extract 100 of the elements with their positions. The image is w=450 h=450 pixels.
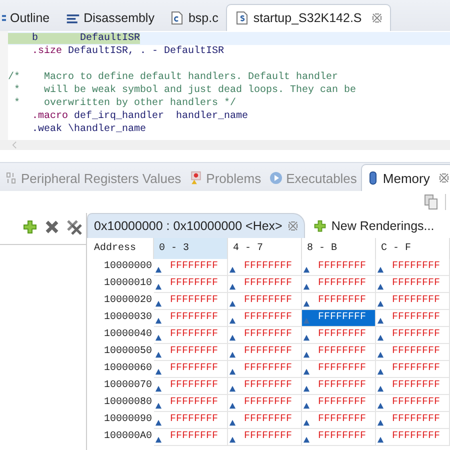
triangle-icon xyxy=(155,334,162,341)
value-cell[interactable]: FFFFFFFF xyxy=(392,429,440,445)
value-cell[interactable]: FFFFFFFF xyxy=(318,361,366,377)
triangle-icon xyxy=(155,351,162,358)
value-cell[interactable]: FFFFFFFF xyxy=(392,378,440,394)
problems-icon xyxy=(189,171,204,185)
code-line: .size DefaultISR, . - DefaultISR xyxy=(31,46,224,57)
column-header[interactable]: 8 - B xyxy=(302,238,376,259)
list-icon xyxy=(2,15,6,21)
value-cell[interactable]: FFFFFFFF xyxy=(318,429,366,445)
value-cell[interactable]: FFFFFFFF xyxy=(392,276,440,292)
value-cell[interactable]: FFFFFFFF xyxy=(170,429,218,445)
value-cell[interactable]: FFFFFFFF xyxy=(392,293,440,309)
triangle-icon xyxy=(303,419,310,426)
code-line: /* Macro to define default handlers. Default handler xyxy=(8,72,338,83)
value-cell[interactable]: FFFFFFFF xyxy=(170,378,218,394)
value-cell[interactable]: FFFFFFFF xyxy=(244,378,292,394)
triangle-icon xyxy=(377,368,384,375)
value-cell[interactable]: FFFFFFFF xyxy=(392,412,440,428)
triangle-icon xyxy=(155,300,162,307)
value-cell[interactable]: FFFFFFFF xyxy=(392,395,440,411)
new-renderings-tab[interactable]: New Renderings... xyxy=(305,214,434,238)
value-cell[interactable]: FFFFFFFF xyxy=(318,293,366,309)
triangle-icon xyxy=(303,300,310,307)
value-cell[interactable]: FFFFFFFF xyxy=(244,412,292,428)
address-cell: 10000050 xyxy=(87,344,154,361)
column-header[interactable]: 0 - 3 xyxy=(154,238,228,259)
value-cell[interactable]: FFFFFFFF xyxy=(244,327,292,343)
copy-icon[interactable] xyxy=(423,194,439,210)
value-cell[interactable]: FFFFFFFF xyxy=(318,395,366,411)
value-cell[interactable]: FFFFFFFF xyxy=(392,259,440,275)
close-icon[interactable] xyxy=(372,13,382,23)
address-cell: 100000A0 xyxy=(87,429,154,446)
value-cell[interactable]: FFFFFFFF xyxy=(318,378,366,394)
editor-tab[interactable]: Disassembly xyxy=(58,5,162,31)
view-tab[interactable]: Memory xyxy=(360,164,450,191)
triangle-icon xyxy=(229,317,236,324)
value-cell[interactable]: FFFFFFFF xyxy=(244,395,292,411)
editor-tab[interactable]: startup_S32K142.S xyxy=(226,4,391,31)
assembly-file-icon xyxy=(235,11,250,25)
address-cell: 10000070 xyxy=(87,378,154,395)
rendering-tab[interactable]: 0x10000000 : 0x10000000 <Hex> xyxy=(87,213,306,238)
binary-icon xyxy=(4,171,18,185)
triangle-icon xyxy=(377,266,384,273)
value-cell[interactable]: FFFFFFFF xyxy=(170,395,218,411)
value-cell[interactable]: FFFFFFFF xyxy=(170,293,218,309)
play-icon xyxy=(269,171,284,185)
view-tab[interactable]: Problems xyxy=(185,165,266,191)
value-cell[interactable]: FFFFFFFF xyxy=(244,344,292,360)
value-cell[interactable]: FFFFFFFF xyxy=(244,310,292,326)
value-cell[interactable]: FFFFFFFF xyxy=(318,412,366,428)
address-cell: 10000040 xyxy=(87,327,154,344)
editor-tab[interactable]: bsp.c xyxy=(162,5,226,31)
value-cell[interactable]: FFFFFFFF xyxy=(392,327,440,343)
view-tab[interactable]: Executables xyxy=(265,165,361,191)
triangle-icon xyxy=(303,283,310,290)
value-cell[interactable]: FFFFFFFF xyxy=(170,259,218,275)
triangle-icon xyxy=(377,419,384,426)
value-cell[interactable]: FFFFFFFF xyxy=(170,327,218,343)
column-header[interactable]: 4 - 7 xyxy=(228,238,302,259)
value-cell[interactable]: FFFFFFFF xyxy=(170,310,218,326)
value-cell[interactable]: FFFFFFFF xyxy=(244,293,292,309)
address-cell: 10000090 xyxy=(87,412,154,429)
triangle-icon xyxy=(229,283,236,290)
c-file-icon xyxy=(170,11,184,25)
value-cell[interactable]: FFFFFFFF xyxy=(244,429,292,445)
value-cell[interactable]: FFFFFFFF xyxy=(244,276,292,292)
editor-tab[interactable]: Outline xyxy=(0,5,58,31)
address-cell: 10000010 xyxy=(87,276,154,293)
add-icon[interactable] xyxy=(22,219,38,235)
column-header[interactable]: C - F xyxy=(376,238,450,259)
triangle-icon xyxy=(229,385,236,392)
triangle-icon xyxy=(377,283,384,290)
value-cell[interactable]: FFFFFFFF xyxy=(318,327,366,343)
value-cell[interactable]: FFFFFFFF xyxy=(318,259,366,275)
value-cell[interactable]: FFFFFFFF xyxy=(170,412,218,428)
close-icon[interactable] xyxy=(288,221,298,231)
value-cell[interactable]: FFFFFFFF xyxy=(170,361,218,377)
triangle-icon xyxy=(155,402,162,409)
add-icon xyxy=(313,219,328,233)
value-cell[interactable]: FFFFFFFF xyxy=(392,344,440,360)
value-cell[interactable]: FFFFFFFF xyxy=(392,310,440,326)
value-cell[interactable]: FFFFFFFF xyxy=(170,276,218,292)
value-cell[interactable]: FFFFFFFF xyxy=(392,361,440,377)
remove-icon[interactable] xyxy=(44,219,60,235)
value-cell[interactable]: FFFFFFFF xyxy=(170,344,218,360)
triangle-icon xyxy=(229,419,236,426)
value-cell[interactable]: FFFFFFFF xyxy=(318,276,366,292)
triangle-icon xyxy=(229,266,236,273)
value-cell[interactable]: FFFFFFFF xyxy=(318,344,366,360)
close-icon[interactable] xyxy=(438,173,449,183)
remove-all-icon[interactable] xyxy=(66,219,82,235)
value-cell[interactable]: FFFFFFFF xyxy=(244,259,292,275)
triangle-icon xyxy=(155,266,162,273)
triangle-icon xyxy=(155,317,162,324)
triangle-icon xyxy=(155,385,162,392)
triangle-icon xyxy=(155,283,162,290)
triangle-icon xyxy=(303,266,310,273)
view-tab[interactable]: Peripheral Registers Values xyxy=(0,165,186,191)
value-cell[interactable]: FFFFFFFF xyxy=(244,361,292,377)
